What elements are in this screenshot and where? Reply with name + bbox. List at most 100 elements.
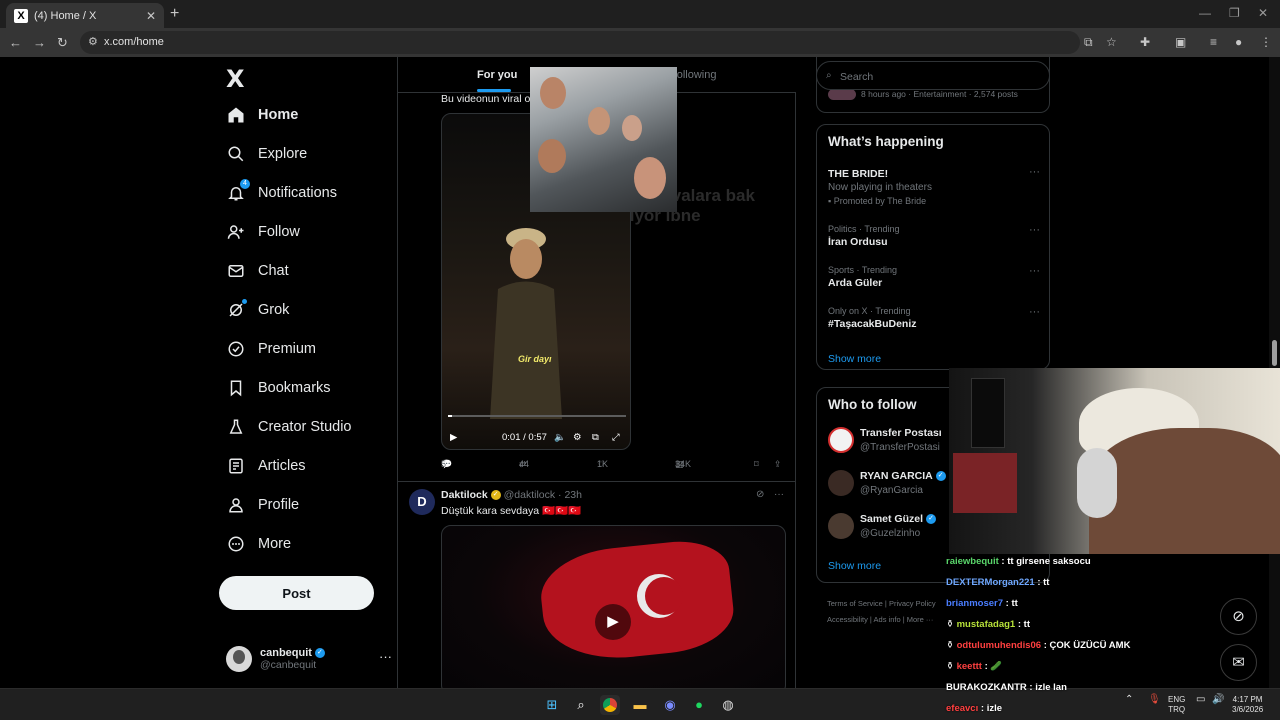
profile-avatar-icon[interactable]: ● bbox=[1235, 35, 1242, 49]
play-icon[interactable]: ▶ bbox=[450, 432, 457, 443]
sidebar-item-home[interactable]: Home bbox=[226, 97, 298, 133]
search-icon[interactable]: ⌕ bbox=[571, 695, 591, 715]
tab-for-you[interactable]: For you bbox=[477, 69, 517, 81]
windows-taskbar: ⊞ ⌕ ▬ ◉ ● ◍ ⌃ 🎙 ENG TRQ ▭ 🔊 4:17 PM 3/6/20… bbox=[0, 688, 1280, 720]
floating-photo-overlay[interactable] bbox=[530, 67, 677, 212]
extensions-icon[interactable]: ✚ bbox=[1140, 35, 1150, 49]
sidebar-item-creator-studio[interactable]: Creator Studio bbox=[226, 409, 352, 445]
sidebar-item-notifications[interactable]: 4 Notifications bbox=[226, 175, 337, 211]
sidepanel-icon[interactable]: ▣ bbox=[1175, 35, 1186, 49]
footer-links[interactable]: Accessibility | Ads info | More ··· bbox=[827, 615, 933, 624]
media-icon[interactable]: ≡ bbox=[1210, 35, 1217, 49]
play-button[interactable]: ▶ bbox=[595, 604, 631, 640]
follow-suggestion[interactable]: Transfer Postası @TransferPostasi bbox=[828, 425, 958, 455]
suggestion-handle: @Guzelzinho bbox=[860, 528, 921, 539]
close-window-icon[interactable]: ✕ bbox=[1258, 6, 1268, 20]
bookmark-star-icon[interactable]: ☆ bbox=[1106, 35, 1117, 49]
close-tab-icon[interactable]: ✕ bbox=[146, 9, 156, 23]
microphone-icon[interactable]: 🎙 bbox=[1148, 695, 1161, 705]
show-more-link[interactable]: Show more bbox=[828, 353, 881, 365]
grok-dot bbox=[242, 299, 247, 304]
more-dots-icon[interactable]: ··· bbox=[1029, 306, 1040, 318]
sidebar-item-label: Chat bbox=[258, 263, 289, 279]
share-icon[interactable]: ⇪ bbox=[774, 459, 782, 470]
trend-item[interactable]: Politics · Trending İran Ordusu ··· bbox=[828, 224, 1040, 248]
maximize-icon[interactable]: ❐ bbox=[1229, 6, 1240, 20]
trend-item[interactable]: Only on X · Trending #TaşacakBuDeniz ··· bbox=[828, 306, 1040, 330]
address-bar[interactable]: ⚙ x.com/home bbox=[80, 31, 1080, 54]
install-icon[interactable]: ⧉ bbox=[1084, 35, 1093, 50]
tweet-author-name[interactable]: Daktilock bbox=[441, 489, 488, 501]
sidebar-item-follow[interactable]: Follow bbox=[226, 214, 300, 250]
pip-icon[interactable]: ⧉ bbox=[592, 432, 599, 443]
start-icon[interactable]: ⊞ bbox=[542, 695, 562, 715]
video-progress-fill bbox=[448, 415, 452, 417]
volume-icon[interactable]: 🔊 bbox=[1212, 695, 1224, 705]
trend-item[interactable]: Sports · Trending Arda Güler ··· bbox=[828, 265, 1040, 289]
discord-icon[interactable]: ◉ bbox=[660, 695, 680, 715]
menu-icon[interactable]: ⋮ bbox=[1260, 35, 1272, 49]
more-dots-icon[interactable]: ··· bbox=[379, 649, 392, 664]
clock[interactable]: 4:17 PM 3/6/2026 bbox=[1232, 695, 1263, 715]
footer-links[interactable]: Terms of Service | Privacy Policy bbox=[827, 599, 936, 608]
tweet-timestamp[interactable]: · 23h bbox=[558, 489, 582, 501]
avatar[interactable]: D bbox=[409, 489, 435, 515]
trend-item[interactable]: THE BRIDE! Now playing in theaters ▪ Pro… bbox=[828, 166, 1040, 206]
language-secondary: TRQ bbox=[1168, 705, 1186, 714]
chat-user: mustafadag1 bbox=[956, 619, 1016, 630]
more-dots-icon[interactable]: ··· bbox=[774, 489, 784, 500]
video-player[interactable]: ▶ bbox=[441, 525, 786, 688]
fullscreen-icon[interactable]: ⤢ bbox=[612, 432, 620, 443]
more-dots-icon[interactable]: ··· bbox=[1029, 265, 1040, 277]
x-logo-icon[interactable]: X bbox=[226, 65, 245, 93]
forward-icon[interactable]: → bbox=[33, 35, 46, 50]
follow-suggestion[interactable]: Samet Güzel ✓ @Guzelzinho bbox=[828, 511, 958, 541]
show-more-link[interactable]: Show more bbox=[828, 560, 881, 572]
grok-icon[interactable]: ⊘ bbox=[756, 489, 764, 500]
scrollbar-thumb[interactable] bbox=[1272, 340, 1277, 366]
file-explorer-icon[interactable]: ▬ bbox=[630, 695, 650, 715]
account-switcher[interactable]: canbequit ✓ @canbequit ··· bbox=[226, 643, 392, 675]
trend-name: #TaşacakBuDeniz bbox=[828, 318, 917, 330]
sidebar-item-label: Grok bbox=[258, 302, 290, 318]
sidebar-item-grok[interactable]: Grok bbox=[226, 292, 289, 328]
sidebar-item-premium[interactable]: Premium bbox=[226, 331, 316, 367]
follow-suggestion[interactable]: RYAN GARCIA ✓ @RyanGarcia bbox=[828, 468, 958, 498]
grok-float-button[interactable]: ⊘ bbox=[1220, 598, 1257, 635]
tweet-author-handle[interactable]: @daktilock bbox=[504, 489, 556, 501]
bookmark-tweet-icon[interactable]: ⌑ bbox=[754, 459, 759, 470]
volume-icon[interactable]: 🔈 bbox=[554, 432, 566, 443]
search-icon: ⌕ bbox=[826, 70, 832, 81]
post-button[interactable]: Post bbox=[219, 576, 374, 610]
obs-icon[interactable]: ◍ bbox=[718, 695, 738, 715]
tray-chevron-icon[interactable]: ⌃ bbox=[1125, 695, 1133, 705]
sidebar-item-chat[interactable]: Chat bbox=[226, 253, 289, 289]
back-icon[interactable]: ← bbox=[9, 35, 22, 50]
sidebar-nav: X Home Explore 4 Notifications Follow Ch… bbox=[214, 57, 394, 688]
sidebar-item-explore[interactable]: Explore bbox=[226, 136, 307, 172]
chat-text: izle bbox=[986, 703, 1002, 714]
reload-icon[interactable]: ↻ bbox=[57, 35, 68, 51]
sidebar-item-articles[interactable]: Articles bbox=[226, 448, 306, 484]
suggestion-handle: @TransferPostasi bbox=[860, 442, 940, 453]
sidebar-item-bookmarks[interactable]: Bookmarks bbox=[226, 370, 331, 406]
messages-float-button[interactable]: ✉ bbox=[1220, 644, 1257, 681]
language-indicator[interactable]: ENG TRQ bbox=[1168, 695, 1185, 715]
sidebar-item-label: Notifications bbox=[258, 185, 337, 201]
more-dots-icon[interactable]: ··· bbox=[1029, 224, 1040, 236]
minimize-icon[interactable]: — bbox=[1199, 6, 1211, 20]
more-dots-icon[interactable]: ··· bbox=[1029, 166, 1040, 178]
site-info-icon[interactable]: ⚙ bbox=[88, 35, 98, 48]
sidebar-item-profile[interactable]: Profile bbox=[226, 487, 299, 523]
trend-sub: Now playing in theaters bbox=[828, 182, 932, 193]
chrome-icon[interactable] bbox=[600, 695, 620, 715]
x-favicon-icon: X bbox=[14, 8, 28, 23]
network-icon[interactable]: ▭ bbox=[1196, 695, 1205, 705]
settings-icon[interactable]: ⚙ bbox=[573, 432, 582, 443]
video-progress-bar[interactable] bbox=[448, 415, 626, 417]
search-input[interactable]: ⌕ Search bbox=[816, 61, 1050, 90]
browser-tab[interactable]: X (4) Home / X ✕ bbox=[6, 3, 164, 28]
spotify-icon[interactable]: ● bbox=[689, 695, 709, 715]
sidebar-item-more[interactable]: More bbox=[226, 526, 291, 562]
new-tab-icon[interactable]: + bbox=[170, 5, 179, 23]
